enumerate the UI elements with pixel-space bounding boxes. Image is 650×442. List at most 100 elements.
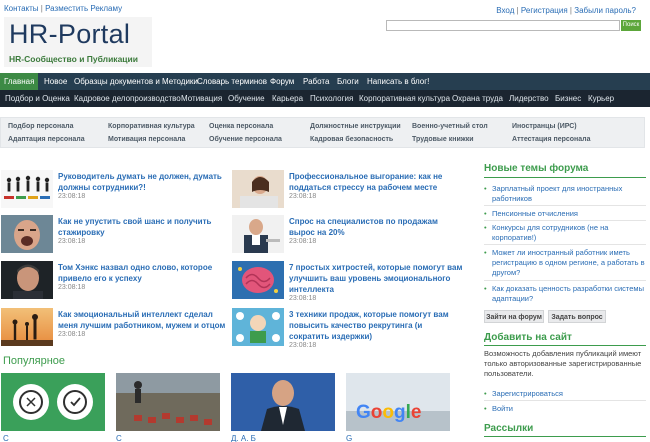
article-thumbnail[interactable] bbox=[232, 308, 284, 346]
popular-image[interactable] bbox=[1, 373, 105, 431]
forum-topic-label[interactable]: Пенсионные отчисления bbox=[492, 209, 578, 218]
article-card[interactable]: Как эмоциональный интеллект сделал меня … bbox=[1, 308, 231, 350]
article-title[interactable]: 7 простых хитростей, которые помогут вам… bbox=[289, 262, 464, 295]
divider bbox=[484, 244, 646, 245]
subnav-item-courier[interactable]: Курьер bbox=[588, 90, 614, 107]
category-link[interactable]: Иностранцы (ИРС) bbox=[512, 123, 577, 130]
divider bbox=[484, 220, 646, 221]
article-title[interactable]: Спрос на специалистов по продажам вырос … bbox=[289, 216, 464, 238]
divider bbox=[484, 177, 646, 178]
article-card[interactable]: Как не упустить свой шанс и получить ста… bbox=[1, 215, 231, 257]
article-thumbnail[interactable] bbox=[232, 170, 284, 208]
article-title[interactable]: 3 техники продаж, которые помогут вам по… bbox=[289, 309, 464, 342]
subnav-item-motivation[interactable]: Мотивация bbox=[181, 90, 222, 107]
subnav-item-hr-records[interactable]: Кадровое делопроизводство bbox=[74, 90, 181, 107]
article-thumbnail[interactable] bbox=[1, 261, 53, 299]
logo-subtitle: HR-Сообщество и Публикации bbox=[9, 54, 138, 64]
subnav-item-psychology[interactable]: Психология bbox=[310, 90, 353, 107]
article-card[interactable]: 7 простых хитростей, которые помогут вам… bbox=[232, 261, 462, 303]
forum-topic-label[interactable]: Может ли иностранный работник иметь реги… bbox=[492, 248, 645, 277]
popular-image[interactable]: Google bbox=[346, 373, 450, 431]
ask-question-button[interactable]: Задать вопрос bbox=[548, 310, 606, 323]
category-link[interactable]: Обучение персонала bbox=[209, 136, 282, 143]
nav-item-write-blog[interactable]: Написать в блог! bbox=[363, 73, 433, 90]
category-link[interactable]: Оценка персонала bbox=[209, 123, 273, 130]
forum-topic-label[interactable]: Зарплатный проект для иностранных работн… bbox=[492, 184, 622, 203]
category-link[interactable]: Подбор персонала bbox=[8, 123, 74, 130]
add-to-site-title: Добавить на сайт bbox=[484, 332, 572, 343]
article-card[interactable]: Профессиональное выгорание: как не подда… bbox=[232, 170, 462, 212]
forum-topic-link[interactable]: • Зарплатный проект для иностранных рабо… bbox=[484, 184, 646, 204]
nav-item-new[interactable]: Новое bbox=[40, 73, 71, 90]
nav-item-blogs[interactable]: Блоги bbox=[333, 73, 363, 90]
article-card[interactable]: Руководитель думать не должен, думать до… bbox=[1, 170, 231, 212]
article-thumbnail[interactable] bbox=[1, 308, 53, 346]
subnav-item-corporate-culture[interactable]: Корпоративная культура bbox=[359, 90, 450, 107]
forum-topic-link[interactable]: • Конкурсы для сотрудников (не на корпор… bbox=[484, 223, 646, 243]
primary-nav: Главная Новое Образцы документов и Метод… bbox=[0, 73, 650, 90]
search-button[interactable]: Поиск bbox=[621, 20, 641, 31]
subnav-item-leadership[interactable]: Лидерство bbox=[509, 90, 549, 107]
popular-caption[interactable]: G bbox=[346, 434, 352, 442]
category-link[interactable]: Мотивация персонала bbox=[108, 136, 185, 143]
contacts-link[interactable]: Контакты bbox=[4, 4, 39, 13]
subnav-item-training[interactable]: Обучение bbox=[228, 90, 265, 107]
subnav-item-business[interactable]: Бизнес bbox=[555, 90, 581, 107]
advertise-link[interactable]: Разместить Рекламу bbox=[45, 4, 122, 13]
register-link[interactable]: Регистрация bbox=[521, 6, 568, 15]
login-label[interactable]: Войти bbox=[492, 404, 513, 413]
article-thumbnail[interactable] bbox=[232, 215, 284, 253]
forum-topic-link[interactable]: • Как доказать ценность разработки систе… bbox=[484, 284, 646, 304]
article-title[interactable]: Как эмоциональный интеллект сделал меня … bbox=[58, 309, 233, 331]
category-link[interactable]: Адаптация персонала bbox=[8, 136, 85, 143]
category-link[interactable]: Трудовые книжки bbox=[412, 136, 474, 143]
category-link[interactable]: Военно-учетный стол bbox=[412, 123, 488, 130]
article-title[interactable]: Профессиональное выгорание: как не подда… bbox=[289, 171, 464, 193]
site-logo[interactable]: HR-Portal HR-Сообщество и Публикации bbox=[4, 17, 152, 67]
forum-topic-link[interactable]: • Может ли иностранный работник иметь ре… bbox=[484, 248, 646, 278]
article-card[interactable]: 3 техники продаж, которые помогут вам по… bbox=[232, 308, 462, 350]
forum-topic-label[interactable]: Конкурсы для сотрудников (не на корпорат… bbox=[492, 223, 608, 242]
nav-item-forum[interactable]: Форум bbox=[266, 73, 298, 90]
category-link[interactable]: Должностные инструкции bbox=[310, 123, 401, 130]
forgot-password-link[interactable]: Забыли пароль? bbox=[574, 6, 636, 15]
subnav-item-career[interactable]: Карьера bbox=[272, 90, 303, 107]
divider bbox=[484, 345, 646, 346]
category-link[interactable]: Аттестация персонала bbox=[512, 136, 591, 143]
register-label[interactable]: Зарегистрироваться bbox=[492, 389, 563, 398]
subnav-item-labor-safety[interactable]: Охрана труда bbox=[452, 90, 503, 107]
nav-item-jobs[interactable]: Работа bbox=[299, 73, 333, 90]
article-thumbnail[interactable] bbox=[232, 261, 284, 299]
article-card[interactable]: Спрос на специалистов по продажам вырос … bbox=[232, 215, 462, 257]
top-bar: Контакты | Разместить Рекламу Вход | Рег… bbox=[0, 0, 650, 18]
category-link[interactable]: Кадровая безопасность bbox=[310, 136, 393, 143]
forum-button[interactable]: Зайти на форум bbox=[484, 310, 544, 323]
article-title[interactable]: Том Хэнкс назвал одно слово, которое при… bbox=[58, 262, 233, 284]
popular-caption[interactable]: C bbox=[3, 434, 9, 442]
category-link[interactable]: Корпоративная культура bbox=[108, 123, 195, 130]
article-title[interactable]: Как не упустить свой шанс и получить ста… bbox=[58, 216, 233, 238]
nav-item-glossary[interactable]: Словарь терминов bbox=[193, 73, 271, 90]
nav-item-home[interactable]: Главная bbox=[0, 73, 39, 90]
article-time: 23:08:18 bbox=[289, 342, 317, 349]
article-time: 23:08:18 bbox=[58, 238, 86, 245]
article-thumbnail[interactable] bbox=[1, 215, 53, 253]
article-title[interactable]: Руководитель думать не должен, думать до… bbox=[58, 171, 233, 193]
nav-item-documents[interactable]: Образцы документов и Методики bbox=[70, 73, 202, 90]
register-sidebar-link[interactable]: • Зарегистрироваться bbox=[484, 389, 646, 399]
article-card[interactable]: Том Хэнкс назвал одно слово, которое при… bbox=[1, 261, 231, 303]
popular-image[interactable] bbox=[231, 373, 335, 431]
bullet-icon: • bbox=[484, 223, 487, 232]
popular-caption[interactable]: C bbox=[116, 434, 122, 442]
login-link[interactable]: Вход bbox=[496, 6, 514, 15]
svg-text:Google: Google bbox=[356, 402, 421, 423]
search-input[interactable] bbox=[386, 20, 620, 31]
popular-image[interactable] bbox=[116, 373, 220, 431]
subnav-item-recruitment[interactable]: Подбор и Оценка bbox=[5, 90, 70, 107]
article-time: 23:08:18 bbox=[58, 331, 86, 338]
forum-topic-label[interactable]: Как доказать ценность разработки системы… bbox=[492, 284, 644, 303]
login-sidebar-link[interactable]: • Войти bbox=[484, 404, 646, 414]
popular-caption[interactable]: Д. А. Б bbox=[231, 434, 256, 442]
forum-topic-link[interactable]: • Пенсионные отчисления bbox=[484, 209, 646, 219]
article-thumbnail[interactable] bbox=[1, 170, 53, 208]
